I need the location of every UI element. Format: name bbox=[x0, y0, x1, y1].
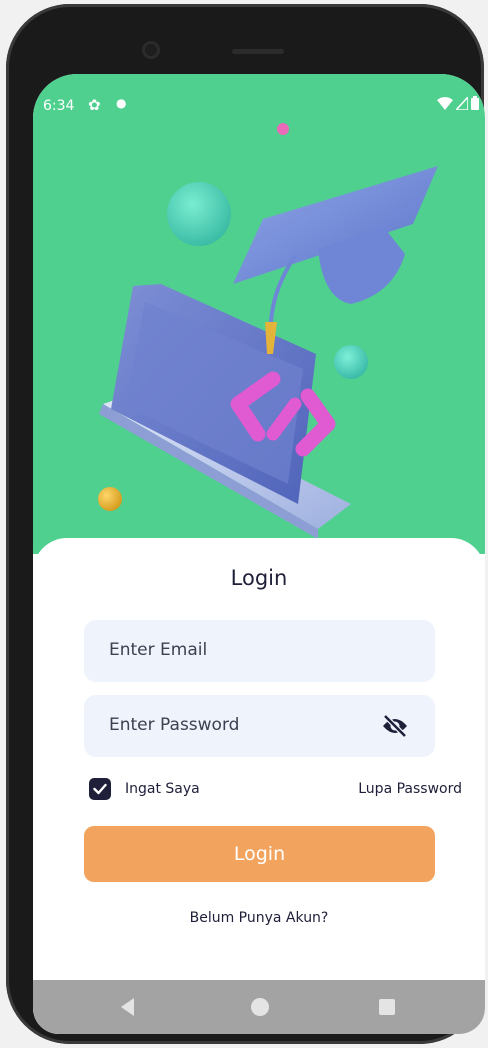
login-title: Login bbox=[230, 566, 288, 590]
system-nav-bar bbox=[33, 980, 485, 1034]
login-button[interactable]: Login bbox=[84, 826, 435, 882]
password-field[interactable]: Enter Password bbox=[84, 695, 435, 757]
signal-icon bbox=[456, 96, 468, 110]
password-placeholder: Enter Password bbox=[109, 715, 240, 735]
wifi-icon bbox=[437, 96, 453, 110]
graduation-laptop-illustration bbox=[98, 123, 438, 539]
front-camera bbox=[142, 41, 160, 59]
email-field[interactable]: Enter Email bbox=[84, 620, 435, 682]
remember-me[interactable]: Ingat Saya bbox=[89, 778, 200, 800]
dot-icon: ● bbox=[116, 96, 127, 110]
email-placeholder: Enter Email bbox=[109, 640, 208, 660]
status-time: 6:34 bbox=[43, 98, 75, 114]
check-icon bbox=[93, 783, 107, 795]
login-sheet: Login Enter Email Enter Password Ingat S… bbox=[33, 538, 485, 1034]
gold-orb bbox=[98, 487, 122, 511]
register-link[interactable]: Belum Punya Akun? bbox=[33, 910, 485, 926]
teal-orb-large bbox=[167, 182, 231, 246]
gear-icon: ✿ bbox=[88, 96, 101, 114]
hero-banner: 6:34 ✿ ● bbox=[33, 74, 485, 554]
phone-frame: 6:34 ✿ ● Login Enter Email Enter Passwor… bbox=[6, 4, 485, 1044]
back-icon[interactable] bbox=[121, 998, 134, 1016]
recents-icon[interactable] bbox=[379, 999, 395, 1015]
forgot-password-link[interactable]: Lupa Password bbox=[358, 781, 462, 797]
remember-checkbox[interactable] bbox=[89, 778, 111, 800]
battery-icon bbox=[471, 96, 479, 110]
teal-orb-small bbox=[334, 345, 368, 379]
home-icon[interactable] bbox=[251, 998, 269, 1016]
eye-off-icon[interactable] bbox=[381, 714, 409, 738]
remember-label: Ingat Saya bbox=[125, 781, 200, 797]
screen: 6:34 ✿ ● Login Enter Email Enter Passwor… bbox=[33, 74, 485, 1034]
status-bar: 6:34 ✿ ● bbox=[33, 74, 485, 136]
earpiece-speaker bbox=[232, 49, 284, 54]
